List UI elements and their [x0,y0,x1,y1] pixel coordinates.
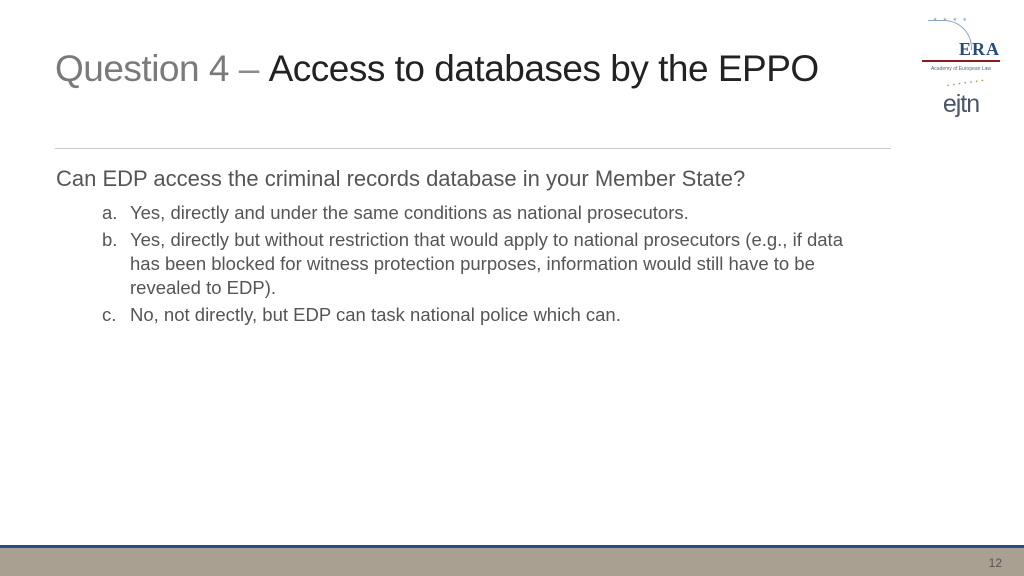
title-prefix: Question 4 [55,48,229,89]
option-marker: a. [102,201,130,225]
option-text: Yes, directly and under the same conditi… [130,201,886,225]
title-block: Question 4 – Access to databases by the … [55,48,885,101]
list-item: b. Yes, directly but without restriction… [102,228,886,299]
option-marker: c. [102,303,130,327]
slide-title: Question 4 – Access to databases by the … [55,48,885,91]
title-dash: – [229,48,269,89]
slide: Question 4 – Access to databases by the … [0,0,1024,576]
era-logo-text: ERA [959,39,1000,60]
footer-bar: 12 [0,548,1024,576]
era-subtitle: Academy of European Law [922,66,1000,72]
options-list: a. Yes, directly and under the same cond… [56,201,886,327]
body-content: Can EDP access the criminal records data… [56,165,886,331]
page-number: 12 [989,556,1002,570]
ejtn-logo-text: ejtn [943,90,979,118]
ejtn-dots-icon [947,80,995,90]
logo-block: ERA Academy of European Law ejtn [918,20,1004,119]
title-main: Access to databases by the EPPO [269,48,819,89]
era-underline [922,60,1000,62]
title-divider [55,148,891,149]
option-marker: b. [102,228,130,299]
era-logo: ERA Academy of European Law [922,20,1000,72]
question-text: Can EDP access the criminal records data… [56,165,886,193]
ejtn-logo: ejtn [943,80,979,119]
option-text: Yes, directly but without restriction th… [130,228,886,299]
option-text: No, not directly, but EDP can task natio… [130,303,886,327]
list-item: a. Yes, directly and under the same cond… [102,201,886,225]
list-item: c. No, not directly, but EDP can task na… [102,303,886,327]
